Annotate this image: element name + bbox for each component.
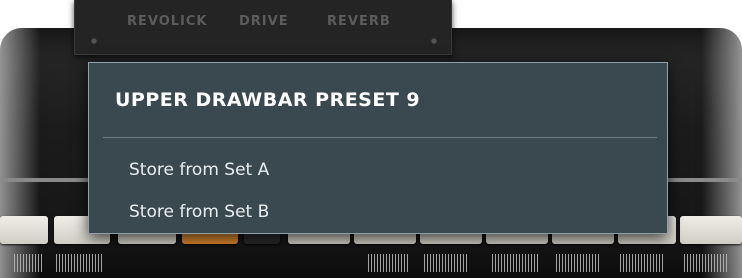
menu-item-label: Store from Set A: [129, 160, 270, 180]
effect-revolick-label[interactable]: REVOLICK: [127, 14, 208, 29]
menu-item-store-set-b[interactable]: Store from Set B: [89, 197, 667, 229]
level-meter: [368, 254, 408, 272]
effects-panel: REVOLICK DRIVE REVERB: [74, 0, 452, 55]
effect-drive-label[interactable]: DRIVE: [239, 14, 289, 29]
menu-divider: [103, 137, 657, 138]
menu-item-label: Store from Set B: [129, 202, 270, 222]
screw-icon: [91, 38, 97, 44]
menu-title: UPPER DRAWBAR PRESET 9: [115, 89, 421, 111]
menu-item-store-set-a[interactable]: Store from Set A: [89, 155, 667, 187]
screw-icon: [431, 38, 437, 44]
level-meter: [556, 254, 600, 272]
level-meter: [684, 254, 728, 272]
level-meter: [492, 254, 538, 272]
level-meter: [424, 254, 468, 272]
preset-context-menu: UPPER DRAWBAR PRESET 9 Store from Set A …: [88, 62, 668, 234]
level-meter: [14, 254, 42, 272]
preset-tab[interactable]: [0, 216, 48, 244]
effect-reverb-label[interactable]: REVERB: [327, 14, 391, 29]
level-meter: [620, 254, 664, 272]
preset-tab[interactable]: [680, 216, 742, 244]
level-meter: [56, 254, 104, 272]
